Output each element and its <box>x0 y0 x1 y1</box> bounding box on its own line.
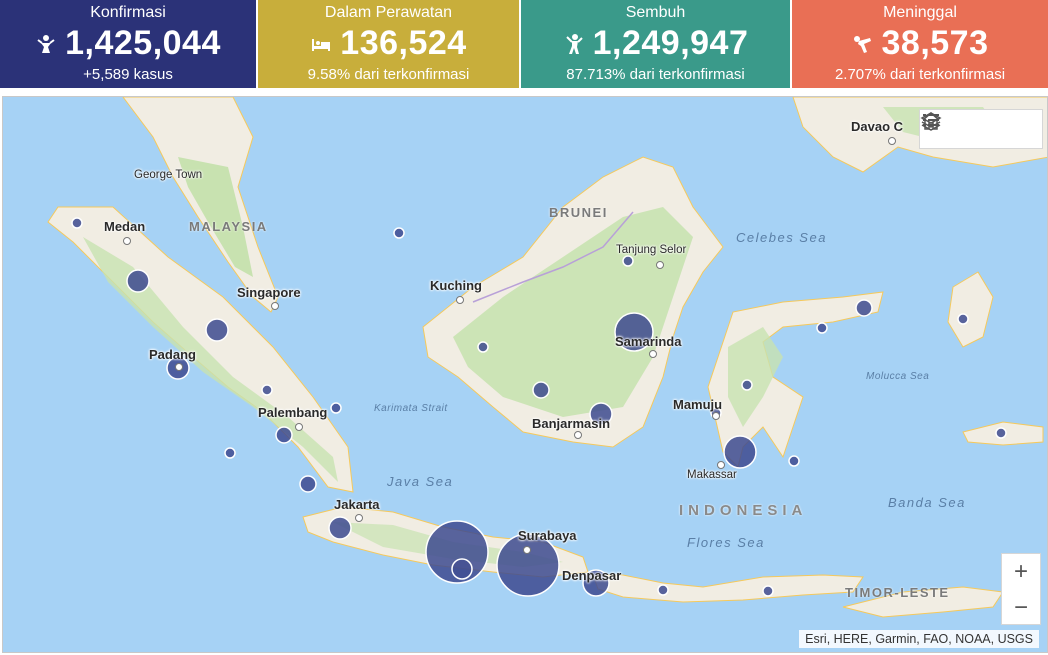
map-view[interactable]: MALAYSIA BRUNEI INDONESIA TIMOR-LESTE Ge… <box>2 96 1048 653</box>
bubble-gorontalo <box>816 322 828 334</box>
bubble-aceh <box>71 217 83 229</box>
stat-value: 136,524 <box>340 24 467 62</box>
recovered-person-icon <box>563 33 585 55</box>
place-label-davao: Davao C <box>851 119 904 134</box>
stat-sub: 9.58% dari terkonfirmasi <box>307 66 470 83</box>
sea-label-karimata-strait: Karimata Strait <box>374 403 448 414</box>
place-label-samarinda: Samarinda <box>615 334 682 349</box>
place-label-mamuju: Mamuju <box>673 397 723 412</box>
place-label-padang: Padang <box>149 347 196 362</box>
stat-label: Sembuh <box>625 4 686 21</box>
place-label-kuching: Kuching <box>430 278 482 293</box>
fallen-person-icon <box>852 33 874 55</box>
place-label-makassar: Makassar <box>687 469 737 481</box>
stat-card-deaths: Meninggal 38,573 2.707% dari terkonfirma… <box>792 0 1048 88</box>
place-label-surabaya: Surabaya <box>518 528 577 543</box>
place-label-tanjung-selor: Tanjung Selor <box>616 244 687 256</box>
bubble-central-sulawesi <box>741 379 753 391</box>
bubble-jambi <box>261 384 273 396</box>
bubble-south-sumatra <box>275 426 293 444</box>
stats-bar: Konfirmasi 1,425,044 +5,589 kasus Dalam … <box>0 0 1048 88</box>
place-label-medan: Medan <box>104 219 146 234</box>
hospital-bed-icon <box>310 33 332 55</box>
layers-icon[interactable] <box>920 112 1036 143</box>
stat-value: 1,425,044 <box>65 24 221 62</box>
bubble-maluku <box>995 427 1007 439</box>
stat-card-recovered: Sembuh 1,249,947 87.713% dari terkonfirm… <box>521 0 792 88</box>
place-label-jakarta: Jakarta <box>334 497 380 512</box>
place-label-palembang: Palembang <box>258 405 328 420</box>
map-attribution: Esri, HERE, Garmin, FAO, NOAA, USGS <box>799 630 1039 648</box>
bubble-bangka <box>330 402 342 414</box>
country-label-indonesia: INDONESIA <box>679 502 808 519</box>
country-label-malaysia: MALAYSIA <box>189 219 268 234</box>
bubble-west-kalimantan <box>477 341 489 353</box>
bubble-north-maluku <box>957 313 969 325</box>
bubble-ntb <box>657 584 669 596</box>
sea-label-java-sea: Java Sea <box>387 474 454 489</box>
zoom-out-button[interactable]: − <box>1002 590 1040 626</box>
bubble-lampung <box>299 475 317 493</box>
sea-label-banda-sea: Banda Sea <box>888 495 966 510</box>
bubble-kepri <box>393 227 405 239</box>
stat-label: Dalam Perawatan <box>324 4 453 21</box>
stat-label: Konfirmasi <box>90 4 166 21</box>
bubble-central-kalimantan <box>532 381 550 399</box>
stat-card-in-care: Dalam Perawatan 136,524 9.58% dari terko… <box>258 0 521 88</box>
bubble-yogyakarta <box>451 558 473 580</box>
sea-label-celebes-sea: Celebes Sea <box>736 230 827 245</box>
place-label-banjarmasin: Banjarmasin <box>532 416 611 431</box>
bubble-bengkulu <box>224 447 236 459</box>
stat-sub: 2.707% dari terkonfirmasi <box>834 66 1006 83</box>
zoom-in-button[interactable]: + <box>1002 554 1040 590</box>
zoom-control: + − <box>1001 553 1041 625</box>
bubble-riau <box>205 318 229 342</box>
legend-list-icon[interactable] <box>923 114 995 143</box>
place-label-denpasar: Denpasar <box>562 568 622 583</box>
sea-label-flores-sea: Flores Sea <box>687 535 765 550</box>
land-maluku <box>947 271 994 348</box>
bubble-south-sulawesi <box>723 435 757 469</box>
stat-value: 1,249,947 <box>592 24 749 62</box>
country-label-timor-leste: TIMOR-LESTE <box>845 585 950 600</box>
map-toolbar <box>919 109 1043 149</box>
stat-label: Meninggal <box>883 4 957 21</box>
place-label-singapore: Singapore <box>237 285 301 300</box>
land-nusa-tenggara <box>592 574 864 603</box>
bubble-east-java <box>496 533 560 597</box>
country-label-brunei: BRUNEI <box>549 205 608 220</box>
bubble-ntt <box>762 585 774 597</box>
bubble-north-sulawesi <box>855 299 873 317</box>
stat-sub: +5,589 kasus <box>83 66 173 83</box>
person-icon <box>35 33 57 55</box>
sea-label-molucca-sea: Molucca Sea <box>866 371 930 382</box>
stat-value: 38,573 <box>881 24 989 62</box>
bubble-banten <box>328 516 352 540</box>
bubble-southeast-sulawesi <box>788 455 800 467</box>
stat-sub: 87.713% dari terkonfirmasi <box>566 66 745 83</box>
bubble-north-kalimantan <box>622 255 634 267</box>
bubble-north-sumatra <box>126 269 150 293</box>
stat-card-confirmed: Konfirmasi 1,425,044 +5,589 kasus <box>0 0 258 88</box>
place-label-george-town: George Town <box>134 169 203 181</box>
